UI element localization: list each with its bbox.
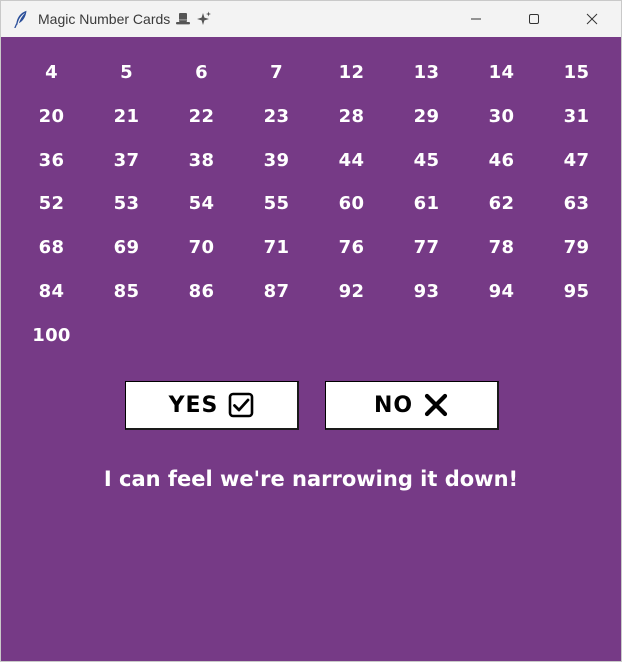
card-number: 53	[113, 193, 140, 215]
card-number: 6	[195, 62, 208, 83]
card-number: 21	[113, 105, 140, 127]
close-icon	[586, 10, 598, 29]
card-number: 85	[113, 280, 140, 302]
card-number: 61	[413, 193, 440, 215]
card-number: 38	[188, 149, 215, 171]
app-window: Magic Number Cards 4 5 6 7 12 13 14 15 2…	[0, 0, 622, 662]
card-number: 86	[188, 280, 215, 302]
window-title: Magic Number Cards	[38, 11, 212, 27]
minimize-icon	[470, 10, 482, 29]
card-number: 39	[263, 149, 290, 171]
card-number: 92	[338, 280, 365, 302]
title-bar[interactable]: Magic Number Cards	[1, 1, 621, 37]
card-number: 28	[338, 105, 365, 127]
window-title-text: Magic Number Cards	[38, 11, 171, 27]
window-controls	[447, 1, 621, 37]
feather-icon	[13, 10, 29, 28]
card-number: 37	[113, 149, 140, 171]
card-number: 69	[113, 237, 140, 259]
card-number: 36	[38, 149, 65, 171]
checkbox-checked-icon	[228, 392, 254, 418]
card-number: 71	[263, 237, 290, 259]
card-number: 100	[32, 324, 71, 346]
card-number: 78	[488, 237, 515, 259]
card-number: 46	[488, 149, 515, 171]
card-number: 60	[338, 193, 365, 215]
yes-button[interactable]: YES	[125, 381, 299, 430]
card-number: 63	[563, 193, 590, 215]
card-number: 76	[338, 237, 365, 259]
card-number: 23	[263, 105, 290, 127]
card-number: 4	[45, 62, 58, 83]
card-number: 68	[38, 237, 65, 259]
card-number: 44	[338, 149, 365, 171]
card-number: 29	[413, 105, 440, 127]
card-number: 14	[488, 62, 515, 83]
card-number: 13	[413, 62, 440, 83]
card-number: 12	[338, 62, 365, 83]
card-number: 22	[188, 105, 215, 127]
card-number: 31	[563, 105, 590, 127]
card-number: 55	[263, 193, 290, 215]
maximize-icon	[528, 10, 540, 29]
number-card-grid: 4 5 6 7 12 13 14 15 20 21 22 23 28 29 30 31 36 37 38 39 44 45…	[14, 51, 614, 358]
no-button-label: NO	[373, 392, 414, 418]
yes-button-label: YES	[168, 392, 219, 418]
card-number: 95	[563, 280, 590, 302]
card-number: 94	[488, 280, 515, 302]
card-number: 70	[188, 237, 215, 259]
card-number: 52	[38, 193, 65, 215]
card-number: 7	[270, 62, 283, 83]
card-number: 87	[263, 280, 290, 302]
close-button[interactable]	[563, 1, 621, 37]
card-number: 79	[563, 237, 590, 259]
maximize-button[interactable]	[505, 1, 563, 37]
x-mark-icon	[423, 392, 449, 418]
card-number: 47	[563, 149, 590, 171]
card-number: 5	[120, 62, 133, 83]
card-number: 15	[563, 62, 590, 83]
card-number: 20	[38, 105, 65, 127]
minimize-button[interactable]	[447, 1, 505, 37]
sparkles-icon	[196, 11, 212, 27]
card-number: 93	[413, 280, 440, 302]
card-number: 84	[38, 280, 65, 302]
no-button[interactable]: NO	[325, 381, 499, 430]
card-number: 62	[488, 193, 515, 215]
top-hat-icon	[175, 12, 191, 26]
card-number: 77	[413, 237, 440, 259]
card-number: 54	[188, 193, 215, 215]
card-number: 30	[488, 105, 515, 127]
card-number: 45	[413, 149, 440, 171]
status-message: I can feel we're narrowing it down!	[103, 467, 519, 491]
